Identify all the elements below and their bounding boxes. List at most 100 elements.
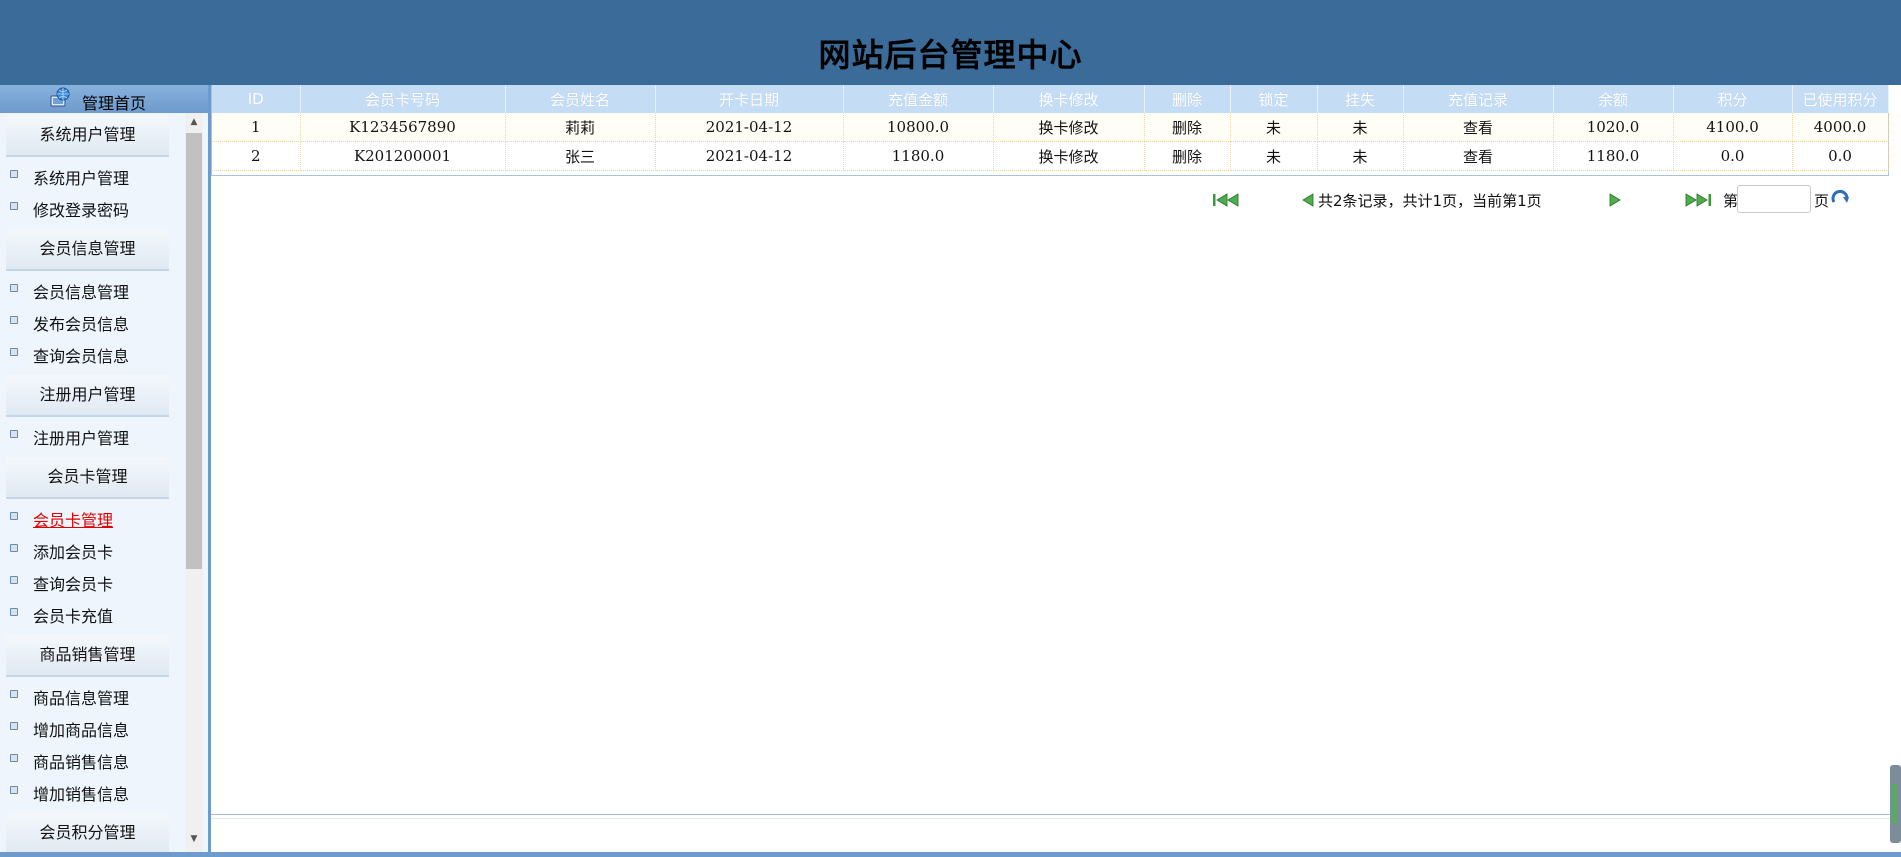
table-cell: K201200001: [300, 141, 506, 171]
sidebar-section-header[interactable]: 注册用户管理: [6, 375, 169, 417]
bullet-square-icon: [10, 348, 18, 356]
column-header: 余额: [1553, 85, 1674, 113]
table-cell: 10800.0: [843, 113, 994, 142]
page-scroll-grip: [1892, 785, 1898, 825]
sidebar-section-header[interactable]: 会员积分管理: [6, 813, 169, 852]
table-header-row: ID 会员卡号码 会员姓名 开卡日期 充值金额 换卡修改 删除 锁定 挂失 充值记录 余额 积分 已使用…: [212, 85, 1889, 113]
column-header: 充值金额: [843, 85, 994, 113]
sidebar-menu-item[interactable]: 查询会员信息: [0, 339, 180, 367]
bullet-square-icon: [10, 786, 18, 794]
sidebar-menu-item-label[interactable]: 查询会员卡: [33, 571, 113, 595]
sidebar-menu-item-label[interactable]: 增加商品信息: [33, 717, 129, 741]
table-cell: 1180.0: [1553, 141, 1674, 171]
bullet-square-icon: [10, 284, 18, 292]
first-page-icon[interactable]: [1211, 191, 1241, 209]
sidebar-menu-item-label[interactable]: 查询会员信息: [33, 343, 129, 367]
table-cell: K1234567890: [300, 113, 506, 142]
sidebar-menu-item-label[interactable]: 增加销售信息: [33, 781, 129, 805]
table-cell: 0.0: [1792, 141, 1889, 171]
table-action-link[interactable]: 换卡修改: [993, 141, 1145, 171]
sidebar-menu-item[interactable]: 商品信息管理: [0, 681, 180, 709]
table-action-link[interactable]: 查看: [1403, 113, 1554, 142]
table-cell: 未: [1230, 141, 1318, 171]
sidebar-menu-item-label[interactable]: 商品信息管理: [33, 685, 129, 709]
table-cell: 未: [1317, 141, 1404, 171]
table-action-link[interactable]: 查看: [1403, 141, 1554, 171]
sidebar-menu-item[interactable]: 增加销售信息: [0, 777, 180, 805]
sidebar-section-header[interactable]: 商品销售管理: [6, 635, 169, 677]
bottom-divider-light: [211, 818, 1901, 819]
sidebar-menu-item[interactable]: 会员卡管理: [0, 503, 180, 531]
column-header: 充值记录: [1403, 85, 1554, 113]
column-header: 开卡日期: [655, 85, 844, 113]
sidebar-menu-item-label[interactable]: 会员信息管理: [33, 279, 129, 303]
sidebar-menu-item-label[interactable]: 商品销售信息: [33, 749, 129, 773]
home-link[interactable]: 管理首页: [82, 90, 146, 114]
table-cell: 1: [212, 113, 301, 142]
globe-computer-icon: [50, 87, 70, 107]
table-action-link[interactable]: 删除: [1144, 113, 1231, 142]
bullet-square-icon: [10, 576, 18, 584]
table-cell: 4000.0: [1792, 113, 1889, 142]
column-header: 已使用积分: [1792, 85, 1889, 113]
table-cell: 未: [1230, 113, 1318, 142]
main-content: ID 会员卡号码 会员姓名 开卡日期 充值金额 换卡修改 删除 锁定 挂失 充值记录 余额 积分 已使用…: [211, 85, 1901, 857]
member-card-table: ID 会员卡号码 会员姓名 开卡日期 充值金额 换卡修改 删除 锁定 挂失 充值记录 余额 积分 已使用…: [212, 85, 1889, 171]
table-cell: 1020.0: [1553, 113, 1674, 142]
sidebar-menu-item[interactable]: 会员卡充值: [0, 599, 180, 627]
bullet-square-icon: [10, 202, 18, 210]
table-cell: 2: [212, 141, 301, 171]
page-title: 网站后台管理中心: [818, 36, 1083, 74]
sidebar-menu-item[interactable]: 会员信息管理: [0, 275, 180, 303]
column-header: 积分: [1673, 85, 1793, 113]
column-header: 会员姓名: [505, 85, 656, 113]
sidebar-menu-item-label[interactable]: 修改登录密码: [33, 197, 129, 221]
column-header: 锁定: [1230, 85, 1318, 113]
sidebar-menu-item[interactable]: 系统用户管理: [0, 161, 180, 189]
sidebar-menu-item-label[interactable]: 注册用户管理: [33, 425, 129, 449]
bullet-square-icon: [10, 754, 18, 762]
sidebar-menu-item-label[interactable]: 添加会员卡: [33, 539, 113, 563]
sidebar-menu-item-label[interactable]: 系统用户管理: [33, 165, 129, 189]
sidebar-menu-item-label[interactable]: 会员卡管理: [33, 507, 113, 531]
sidebar-section-header[interactable]: 会员卡管理: [6, 457, 169, 499]
sidebar-menu-item[interactable]: 注册用户管理: [0, 421, 180, 449]
page-jump-input[interactable]: [1737, 185, 1811, 213]
sidebar-menu-item[interactable]: 添加会员卡: [0, 535, 180, 563]
scroll-up-arrow-icon[interactable]: ▲: [185, 115, 203, 129]
column-header: ID: [212, 85, 301, 113]
sidebar-scroll-thumb[interactable]: [186, 133, 202, 569]
table-cell: 1180.0: [843, 141, 994, 171]
table-cell: 莉莉: [505, 113, 656, 142]
next-page-icon[interactable]: [1599, 191, 1629, 209]
member-card-table-container: ID 会员卡号码 会员姓名 开卡日期 充值金额 换卡修改 删除 锁定 挂失 充值记录 余额 积分 已使用…: [211, 85, 1889, 176]
column-header: 挂失: [1317, 85, 1404, 113]
bullet-square-icon: [10, 608, 18, 616]
sidebar-menu-item-label[interactable]: 发布会员信息: [33, 311, 129, 335]
sidebar: 管理首页 系统用户管理 系统用户管理 修改登录密码 会员信息管理 会员信息管理 发布会员信…: [0, 85, 208, 852]
bullet-square-icon: [10, 430, 18, 438]
last-page-icon[interactable]: [1683, 191, 1713, 209]
sidebar-section-header[interactable]: 会员信息管理: [6, 229, 169, 271]
sidebar-menu-item[interactable]: 发布会员信息: [0, 307, 180, 335]
table-cell: 2021-04-12: [655, 141, 844, 171]
bullet-square-icon: [10, 512, 18, 520]
sidebar-menu-item[interactable]: 增加商品信息: [0, 713, 180, 741]
pagination: 共2条记录，共计1页，当前第1页 第 页: [211, 185, 1901, 215]
pagination-info: 共2条记录，共计1页，当前第1页: [1318, 192, 1542, 210]
table-action-link[interactable]: 换卡修改: [993, 113, 1145, 142]
go-refresh-icon[interactable]: [1830, 188, 1852, 208]
table-action-link[interactable]: 删除: [1144, 141, 1231, 171]
sidebar-section-header[interactable]: 系统用户管理: [6, 115, 169, 157]
page-jump-suffix: 页: [1814, 192, 1830, 210]
sidebar-menu-item[interactable]: 商品销售信息: [0, 745, 180, 773]
sidebar-home-bar[interactable]: 管理首页: [0, 85, 208, 113]
bullet-square-icon: [10, 170, 18, 178]
bullet-square-icon: [10, 722, 18, 730]
bottom-frame-bar: [211, 852, 1901, 857]
table-cell: 4100.0: [1673, 113, 1793, 142]
sidebar-menu-item[interactable]: 查询会员卡: [0, 567, 180, 595]
sidebar-menu-item-label[interactable]: 会员卡充值: [33, 603, 113, 627]
scroll-down-arrow-icon[interactable]: ▼: [185, 832, 203, 846]
sidebar-menu-item[interactable]: 修改登录密码: [0, 193, 180, 221]
